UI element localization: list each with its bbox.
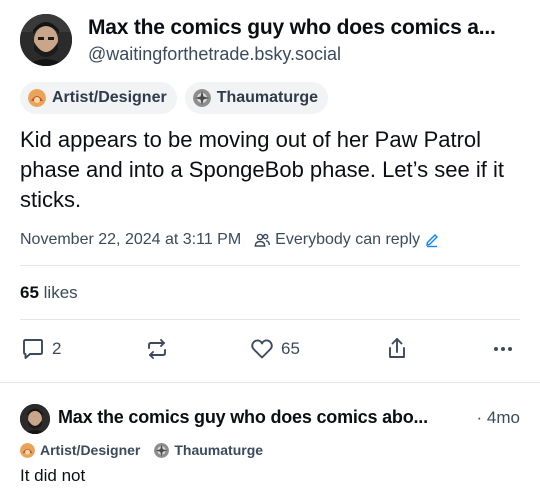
like-count: 65 bbox=[281, 339, 300, 358]
pencil-icon bbox=[426, 234, 439, 248]
reply-count: 2 bbox=[52, 339, 62, 358]
main-post: Max the comics guy who does comics a... … bbox=[0, 0, 540, 382]
post-text: Kid appears to be moving out of her Paw … bbox=[20, 127, 504, 212]
reply-setting[interactable]: Everybody can reply bbox=[253, 231, 440, 249]
repost-button[interactable] bbox=[144, 336, 176, 362]
reply-setting-label: Everybody can reply bbox=[275, 231, 421, 248]
reply-text: It did not bbox=[20, 466, 86, 485]
reply-author-name[interactable]: Max the comics guy who does comics abo..… bbox=[58, 407, 458, 428]
badge-label: Thaumaturge bbox=[174, 442, 264, 458]
share-icon bbox=[389, 338, 405, 358]
thaumaturge-badge-icon bbox=[154, 442, 170, 458]
reply-author-avatar[interactable] bbox=[20, 404, 50, 434]
badge-thaumaturge[interactable]: Thaumaturge bbox=[154, 442, 263, 458]
share-button[interactable] bbox=[384, 336, 410, 362]
reply-timestamp[interactable]: · 4mo bbox=[477, 408, 520, 428]
reply-post[interactable]: Max the comics guy who does comics abo..… bbox=[0, 383, 540, 496]
people-icon bbox=[254, 233, 271, 247]
reply-profile-badges: Artist/Designer Thaumaturge bbox=[20, 442, 263, 458]
avatar-image bbox=[20, 14, 72, 66]
artist-badge-icon bbox=[20, 442, 35, 458]
reply-icon bbox=[23, 339, 43, 359]
heart-icon bbox=[251, 339, 273, 359]
thaumaturge-badge-icon bbox=[192, 89, 211, 107]
author-handle[interactable]: @waitingforthetrade.bsky.social bbox=[88, 44, 341, 65]
author-display-name[interactable]: Max the comics guy who does comics a... bbox=[88, 16, 524, 40]
badge-label: Artist/Designer bbox=[52, 89, 167, 106]
divider bbox=[20, 319, 520, 320]
like-button[interactable]: 65 bbox=[249, 336, 300, 362]
badge-artist-designer[interactable]: Artist/Designer bbox=[20, 82, 177, 114]
author-avatar[interactable] bbox=[20, 14, 72, 66]
likes-count: 65 bbox=[20, 283, 39, 302]
divider bbox=[20, 265, 520, 266]
badge-label: Thaumaturge bbox=[216, 89, 319, 106]
post-meta: November 22, 2024 at 3:11 PM Everybody c… bbox=[20, 231, 440, 249]
reply-button[interactable]: 2 bbox=[20, 336, 61, 362]
repost-icon bbox=[148, 339, 166, 359]
avatar-image bbox=[20, 404, 50, 434]
profile-badges: Artist/Designer Thaumaturge bbox=[20, 82, 329, 114]
more-options-button[interactable] bbox=[490, 336, 516, 362]
post-actions: 2 65 bbox=[20, 336, 520, 364]
likes-summary[interactable]: 65 likes bbox=[20, 283, 78, 303]
post-timestamp[interactable]: November 22, 2024 at 3:11 PM bbox=[20, 231, 241, 249]
badge-artist-designer[interactable]: Artist/Designer bbox=[20, 442, 140, 458]
badge-thaumaturge[interactable]: Thaumaturge bbox=[184, 82, 329, 114]
more-icon bbox=[494, 347, 512, 351]
badge-label: Artist/Designer bbox=[40, 442, 141, 458]
artist-badge-icon bbox=[28, 89, 46, 107]
likes-label: likes bbox=[43, 283, 78, 302]
